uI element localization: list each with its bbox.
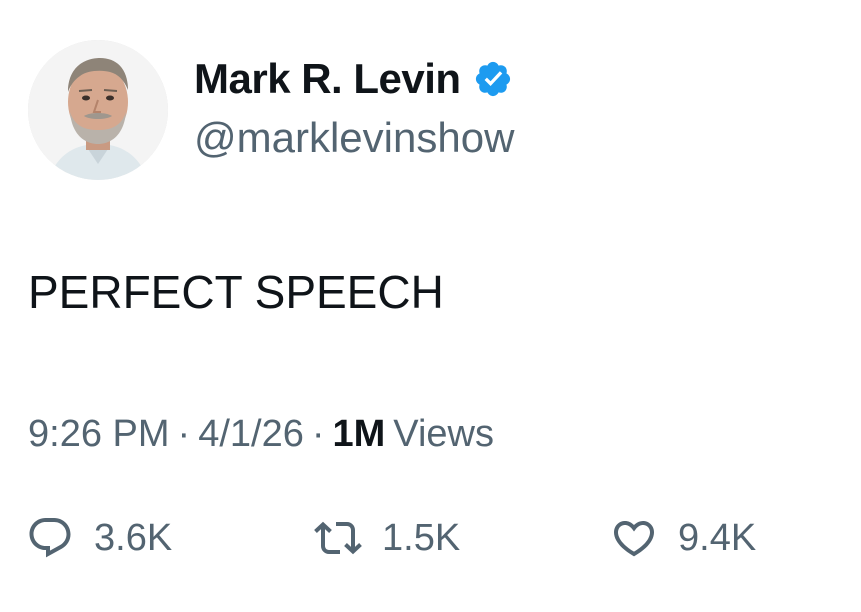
- retweet-icon: [314, 521, 362, 555]
- retweet-button[interactable]: 1.5K: [314, 508, 460, 568]
- retweet-count: 1.5K: [382, 517, 461, 559]
- author-handle[interactable]: @marklevinshow: [194, 112, 514, 164]
- tweet-text: PERFECT SPEECH: [28, 266, 444, 318]
- tweet: Mark R. Levin @marklevinshow PERFECT SPE…: [0, 0, 861, 612]
- reply-button[interactable]: 3.6K: [26, 508, 172, 568]
- views-count: 1M: [332, 413, 386, 455]
- verified-badge-icon[interactable]: [473, 59, 513, 99]
- like-button[interactable]: 9.4K: [610, 508, 756, 568]
- profile-photo: [28, 40, 168, 180]
- heart-icon: [613, 521, 655, 557]
- views-label: Views: [393, 413, 494, 455]
- meta-separator: ·: [177, 413, 191, 455]
- tweet-date[interactable]: 4/1/26: [198, 413, 304, 455]
- like-count: 9.4K: [678, 517, 757, 559]
- avatar[interactable]: [28, 40, 168, 180]
- tweet-meta: 9:26 PM · 4/1/26 · 1M Views: [28, 408, 494, 460]
- author-display-name[interactable]: Mark R. Levin: [194, 54, 461, 104]
- action-bar: 3.6K 1.5K 9.4K: [0, 508, 861, 568]
- meta-separator: ·: [311, 413, 325, 455]
- tweet-time[interactable]: 9:26 PM: [28, 413, 170, 455]
- reply-icon: [29, 518, 71, 558]
- reply-count: 3.6K: [94, 517, 173, 559]
- author-name-row: Mark R. Levin: [194, 54, 513, 104]
